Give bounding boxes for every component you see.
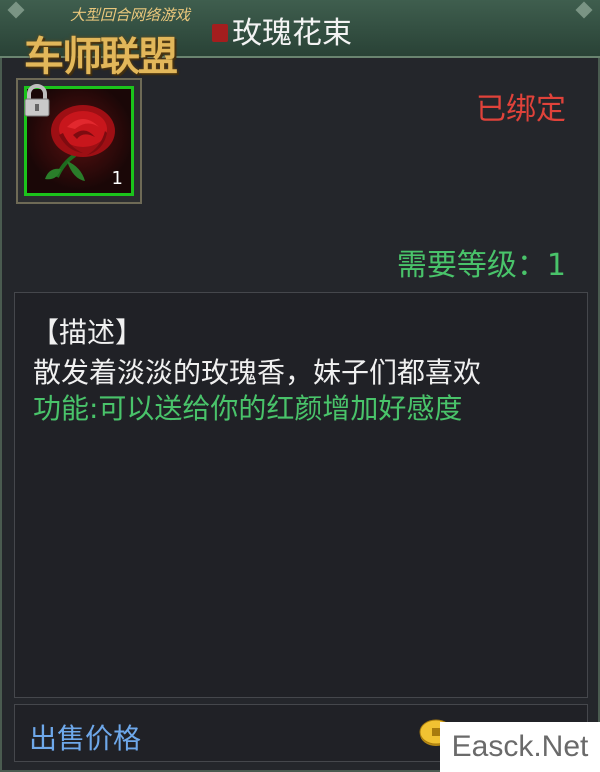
description-box: 【描述】 散发着淡淡的玫瑰香，妹子们都喜欢 功能:可以送给你的红颜增加好感度 [14, 292, 588, 698]
level-requirement: 需要等级：1 [396, 248, 566, 283]
description-text: 散发着淡淡的玫瑰香，妹子们都喜欢 [33, 356, 482, 389]
corner-ornament-right [575, 1, 593, 19]
description-heading: 【描述】 [31, 316, 144, 349]
logo-tagline: 大型回合网络游戏 [70, 6, 191, 24]
logo-name: 车师联盟 [24, 33, 178, 80]
lock-icon [24, 84, 50, 117]
logo-seal-icon [212, 24, 228, 42]
item-name: 玫瑰花束 [232, 16, 352, 51]
sell-price-label: 出售价格 [29, 722, 142, 755]
item-quantity: 1 [111, 168, 123, 189]
description-function: 功能:可以送给你的红颜增加好感度 [33, 392, 463, 425]
watermark: Easck.Net [440, 722, 600, 772]
item-slot[interactable]: 1 [16, 78, 142, 204]
game-logo: 大型回合网络游戏 车师联盟 [6, 2, 224, 84]
bound-status: 已绑定 [476, 92, 566, 127]
